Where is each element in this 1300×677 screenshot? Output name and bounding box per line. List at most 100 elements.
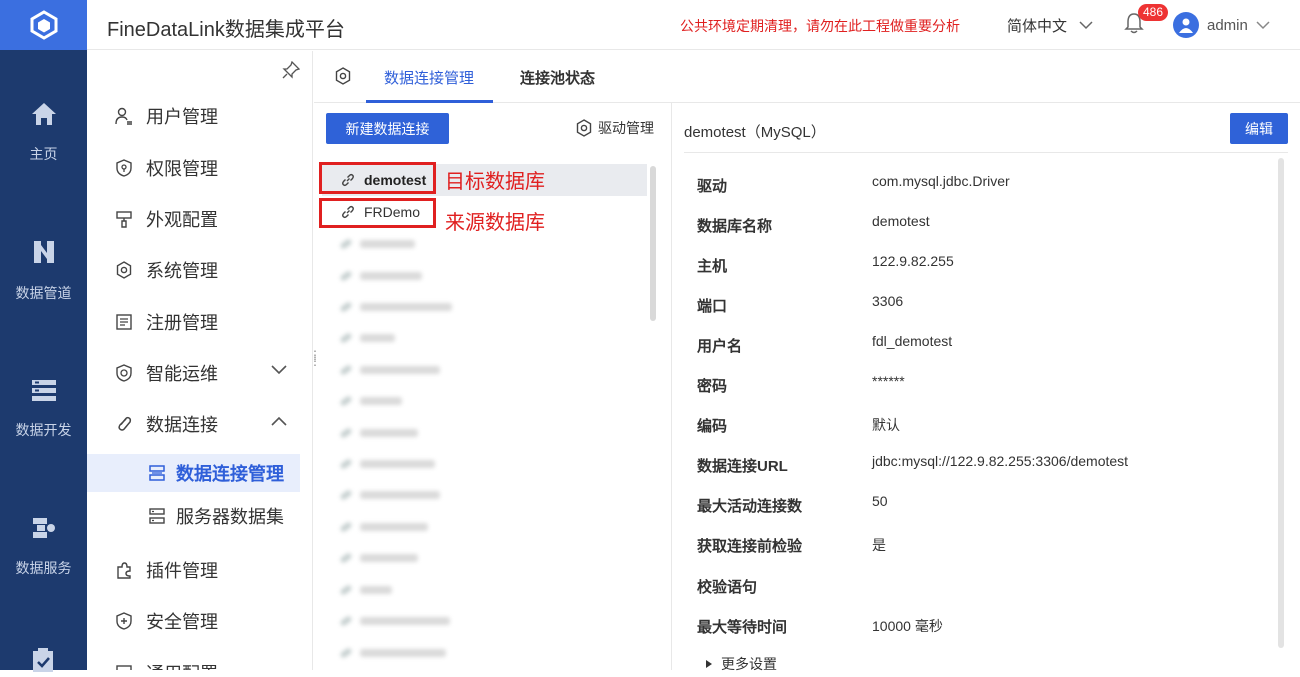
rail-label: 主页 bbox=[29, 146, 58, 162]
rail-label: 数据管道 bbox=[15, 285, 72, 301]
list-scrollbar[interactable] bbox=[650, 166, 656, 321]
language-label: 简体中文 bbox=[1007, 18, 1068, 35]
tab-connection-management[interactable]: 数据连接管理 bbox=[384, 67, 474, 88]
security-icon bbox=[114, 611, 134, 631]
field-value: 3306 bbox=[872, 293, 904, 309]
nav-sub-label: 服务器数据集 bbox=[176, 507, 284, 527]
chevron-down-icon bbox=[1079, 21, 1093, 30]
divider bbox=[684, 152, 1288, 153]
more-settings-toggle[interactable]: 更多设置 bbox=[705, 654, 777, 674]
nav-appearance[interactable]: 外观配置 bbox=[87, 199, 313, 239]
register-icon bbox=[114, 312, 134, 332]
nav-register-management[interactable]: 注册管理 bbox=[87, 302, 313, 342]
nav-label: 系统管理 bbox=[146, 261, 218, 281]
user-manage-icon bbox=[114, 106, 134, 126]
rail-item-home[interactable]: 主页 bbox=[0, 78, 87, 188]
clipboard-icon bbox=[33, 648, 53, 672]
notification-badge: 486 bbox=[1138, 4, 1169, 21]
edit-button[interactable]: 编辑 bbox=[1230, 113, 1288, 144]
field-label: 数据库名称 bbox=[697, 218, 773, 235]
blurred-connection-row bbox=[339, 427, 418, 439]
blurred-connection-row bbox=[339, 647, 446, 659]
blurred-connection-row bbox=[339, 458, 435, 470]
permission-icon bbox=[114, 158, 134, 178]
field-value: 50 bbox=[872, 493, 888, 509]
avatar bbox=[1173, 12, 1199, 38]
side-navigation: 用户管理 权限管理 外观配置 系统管理 注册管理 智能运维 数据连接 数据连接管… bbox=[87, 51, 313, 670]
app-logo[interactable] bbox=[0, 0, 87, 50]
nav-permission-management[interactable]: 权限管理 bbox=[87, 148, 313, 188]
field-value: 122.9.82.255 bbox=[872, 253, 954, 269]
field-value: 是 bbox=[872, 537, 886, 553]
field-label: 主机 bbox=[697, 258, 728, 275]
target-highlight-box bbox=[319, 162, 436, 194]
nav-smart-ops[interactable]: 智能运维 bbox=[87, 353, 313, 393]
blurred-connection-row bbox=[339, 552, 418, 564]
blurred-connection-row bbox=[339, 584, 392, 596]
chevron-up-icon bbox=[271, 416, 287, 426]
field-value: 默认 bbox=[872, 417, 900, 433]
nav-label: 插件管理 bbox=[146, 561, 218, 581]
rail-label: 数据服务 bbox=[15, 560, 72, 576]
nav-label: 权限管理 bbox=[146, 159, 218, 179]
nav-data-connection[interactable]: 数据连接 bbox=[87, 404, 313, 444]
blurred-connection-row bbox=[339, 615, 450, 627]
pin-icon bbox=[282, 60, 301, 79]
blurred-connection-row bbox=[339, 489, 440, 501]
blurred-connection-row bbox=[339, 364, 440, 376]
detail-scrollbar[interactable] bbox=[1278, 158, 1284, 648]
field-value: demotest bbox=[872, 213, 930, 229]
nav-general-config[interactable]: 通用配置 bbox=[87, 652, 313, 670]
settings-button[interactable] bbox=[334, 67, 352, 90]
new-connection-button[interactable]: 新建数据连接 bbox=[326, 113, 449, 144]
user-avatar-icon bbox=[1179, 18, 1193, 33]
field-label: 最大等待时间 bbox=[697, 619, 788, 636]
source-highlight-box bbox=[319, 198, 436, 228]
nav-label: 通用配置 bbox=[146, 660, 218, 670]
rail-item-service[interactable]: 数据服务 bbox=[0, 492, 87, 602]
detail-title: demotest（MySQL） bbox=[684, 124, 826, 141]
field-value: jdbc:mysql://122.9.82.255:3306/demotest bbox=[872, 453, 1129, 469]
field-label: 获取连接前检验 bbox=[697, 538, 803, 555]
field-label: 端口 bbox=[697, 298, 728, 315]
rail-item-pipeline[interactable]: 数据管道 bbox=[0, 216, 87, 326]
plugin-icon bbox=[114, 560, 134, 580]
field-label: 最大活动连接数 bbox=[697, 498, 803, 515]
field-label: 校验语句 bbox=[697, 579, 758, 596]
nav-label: 数据连接 bbox=[146, 415, 218, 435]
rail-label: 数据开发 bbox=[15, 422, 72, 438]
nav-label: 外观配置 bbox=[146, 210, 218, 230]
app-title: FineDataLink数据集成平台 bbox=[107, 19, 345, 41]
field-label: 用户名 bbox=[697, 338, 743, 355]
more-settings-label: 更多设置 bbox=[721, 656, 777, 672]
blurred-connection-row bbox=[339, 521, 428, 533]
config-icon bbox=[114, 662, 134, 670]
field-label: 驱动 bbox=[697, 178, 728, 195]
nav-label: 注册管理 bbox=[146, 313, 218, 333]
blurred-connection-row bbox=[339, 301, 452, 313]
server-dataset-icon bbox=[147, 506, 167, 526]
target-database-annotation: 目标数据库 bbox=[445, 171, 545, 193]
rail-item-partial[interactable] bbox=[30, 648, 56, 677]
nav-security-management[interactable]: 安全管理 bbox=[87, 601, 313, 641]
blurred-connection-row bbox=[339, 332, 395, 344]
cube-logo-icon bbox=[30, 10, 57, 40]
rail-item-dev[interactable]: 数据开发 bbox=[0, 354, 87, 464]
driver-management-button[interactable]: 驱动管理 bbox=[575, 118, 654, 138]
tab-pool-status[interactable]: 连接池状态 bbox=[520, 67, 595, 88]
nav-user-management[interactable]: 用户管理 bbox=[87, 96, 313, 136]
nav-plugin-management[interactable]: 插件管理 bbox=[87, 550, 313, 590]
language-selector[interactable]: 简体中文 bbox=[1007, 15, 1093, 36]
connection-detail-pane: demotest（MySQL） 编辑 驱动 com.mysql.jdbc.Dri… bbox=[672, 103, 1300, 672]
connection-manage-icon bbox=[147, 463, 167, 483]
nav-sub-label: 数据连接管理 bbox=[176, 464, 284, 484]
nav-system-management[interactable]: 系统管理 bbox=[87, 250, 313, 290]
field-label: 数据连接URL bbox=[697, 458, 788, 475]
user-menu[interactable]: admin bbox=[1173, 12, 1270, 38]
pin-button[interactable] bbox=[282, 60, 301, 84]
ops-icon bbox=[114, 363, 134, 383]
nav-sub-server-dataset[interactable]: 服务器数据集 bbox=[87, 497, 300, 535]
nav-sub-connection-management[interactable]: 数据连接管理 bbox=[87, 454, 300, 492]
nav-label: 安全管理 bbox=[146, 612, 218, 632]
field-label: 编码 bbox=[697, 418, 728, 435]
